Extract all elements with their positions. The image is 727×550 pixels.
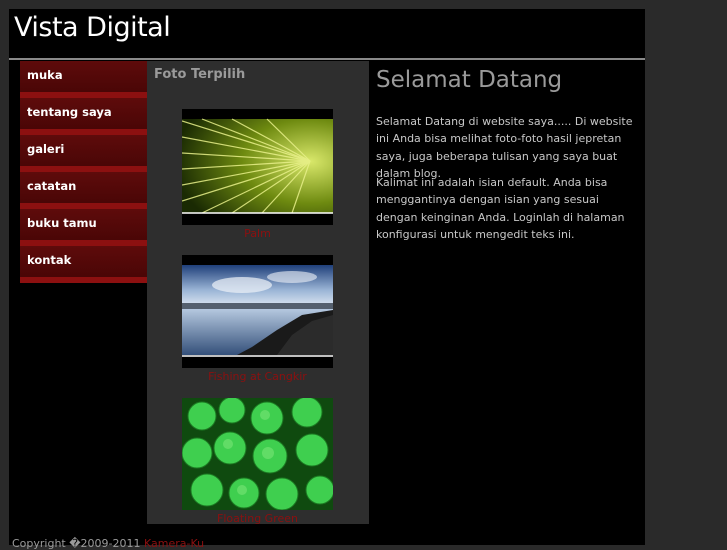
welcome-section: Selamat Datang Selamat Datang di website…	[369, 61, 645, 524]
featured-title: Foto Terpilih	[154, 67, 246, 82]
photo-caption-fishing[interactable]: Fishing at Cangkir	[182, 370, 333, 383]
featured-photo-palm[interactable]: Palm	[182, 109, 333, 240]
palm-leaf-image	[182, 118, 333, 214]
featured-photo-fishing[interactable]: Fishing at Cangkir	[182, 255, 333, 383]
nav-item-kontak[interactable]: kontak	[20, 246, 147, 283]
page-container: Vista Digital muka tentang saya galeri c…	[9, 9, 645, 545]
photo-floating-green-thumbnail[interactable]	[182, 398, 333, 510]
featured-photos-panel: Foto Terpilih Palm Fishing at Cangkir Fl…	[147, 61, 369, 525]
photo-palm-thumbnail[interactable]	[182, 109, 333, 225]
nav-item-buku-tamu[interactable]: buku tamu	[20, 209, 147, 246]
harbor-image	[182, 265, 333, 357]
copyright-text: Copyright �2009-2011	[12, 537, 144, 550]
leaves-image	[182, 398, 333, 510]
welcome-paragraph-2: Kalimat ini adalah isian default. Anda b…	[376, 176, 625, 241]
nav-item-tentang-saya[interactable]: tentang saya	[20, 98, 147, 135]
footer-link[interactable]: Kamera-Ku	[144, 537, 204, 550]
site-header: Vista Digital	[9, 9, 645, 60]
site-title: Vista Digital	[14, 12, 171, 43]
featured-photo-floating-green[interactable]: Floating Green	[182, 398, 333, 525]
photo-caption-palm[interactable]: Palm	[182, 227, 333, 240]
nav-item-muka[interactable]: muka	[20, 61, 147, 98]
main-navigation: muka tentang saya galeri catatan buku ta…	[20, 61, 147, 284]
photo-fishing-thumbnail[interactable]	[182, 255, 333, 368]
welcome-title: Selamat Datang	[376, 67, 563, 93]
welcome-paragraph-1: Selamat Datang di website saya..... Di w…	[376, 115, 633, 180]
nav-item-galeri[interactable]: galeri	[20, 135, 147, 172]
nav-item-catatan[interactable]: catatan	[20, 172, 147, 209]
site-footer: Copyright �2009-2011 Kamera-Ku	[9, 524, 645, 550]
footer-text: Copyright �2009-2011 Kamera-Ku	[12, 537, 204, 550]
